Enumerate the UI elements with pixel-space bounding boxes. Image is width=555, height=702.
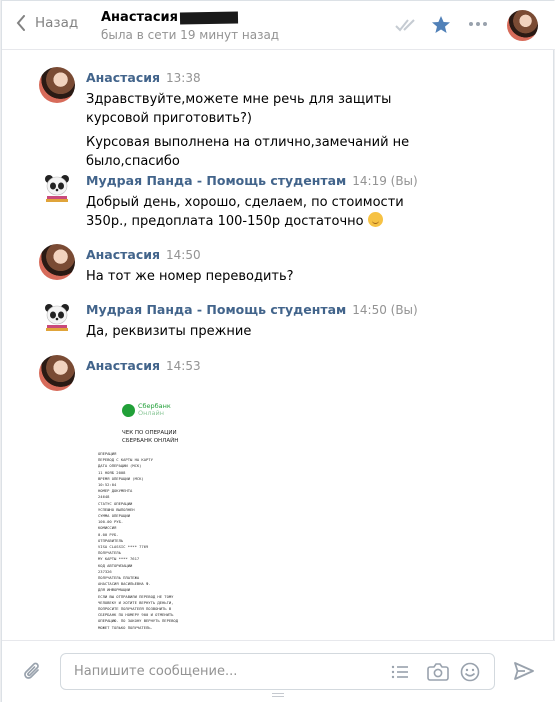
chat-header: Назад Анастасия была в сети 19 минут наз… xyxy=(2,1,555,50)
resize-grip[interactable] xyxy=(272,693,284,697)
message-author[interactable]: Мудрая Панда - Помощь студентам 14:19 (Вы… xyxy=(86,173,418,188)
peer-status: была в сети 19 минут назад xyxy=(101,28,280,42)
message-text-content: Добрый день, хорошо, сделаем, по стоимос… xyxy=(86,195,404,229)
avatar[interactable] xyxy=(39,170,75,206)
photo-attachment[interactable]: Сбербанк Онлайн ЧЕК ПО ОПЕРАЦИИ СБЕРБАНК… xyxy=(86,395,241,640)
sberbank-logo-icon xyxy=(122,403,135,417)
avatar[interactable] xyxy=(39,67,75,103)
message-history[interactable]: Анастасия 13:38 Здравствуйте,можете мне р… xyxy=(2,51,555,640)
panda-avatar-icon xyxy=(45,175,69,202)
message-time: 14:50 xyxy=(166,248,201,262)
author-name: Анастасия xyxy=(86,358,161,373)
avatar[interactable] xyxy=(39,355,75,391)
receipt-title-line: ЧЕК ПО ОПЕРАЦИИ xyxy=(122,430,177,436)
message-author[interactable]: Анастасия 14:50 xyxy=(86,247,201,262)
star-icon[interactable] xyxy=(431,15,451,34)
send-icon[interactable] xyxy=(514,662,534,680)
receipt-title-line: СБЕРБАНК ОНЛАЙН xyxy=(122,438,179,444)
sberbank-logo-text: Сбербанк Онлайн xyxy=(138,403,171,417)
message-time: 14:19 (Вы) xyxy=(352,174,418,188)
paperclip-icon[interactable] xyxy=(23,661,43,683)
peer-name[interactable]: Анастасия xyxy=(101,10,239,25)
message-time: 13:38 xyxy=(166,71,201,85)
message-input-box xyxy=(60,653,495,690)
redaction-bar xyxy=(179,10,239,25)
sberbank-logo: Сбербанк Онлайн xyxy=(122,403,171,417)
chat-window: Назад Анастасия была в сети 19 минут наз… xyxy=(1,0,555,702)
more-icon[interactable] xyxy=(468,21,488,27)
read-checks-icon xyxy=(395,19,415,32)
peer-name-text: Анастасия xyxy=(101,10,178,25)
panda-avatar-icon xyxy=(45,304,69,331)
emoji-icon[interactable] xyxy=(460,662,480,682)
message-text: Курсовая выполнена на отлично,замечаний … xyxy=(86,135,410,169)
receipt-body: ОПЕРАЦИЯ ПЕРЕВОД С КАРТЫ НА КАРТУ ДАТА О… xyxy=(98,451,179,630)
message-group: Анастасия 14:53 Сбербанк Онлайн ЧЕК ПО ОП… xyxy=(39,355,539,640)
author-name: Анастасия xyxy=(86,70,161,85)
message-text: Добрый день, хорошо, сделаем, по стоимос… xyxy=(86,193,426,231)
message-author[interactable]: Анастасия 14:53 xyxy=(86,358,201,373)
back-label: Назад xyxy=(35,15,79,31)
message-author[interactable]: Мудрая Панда - Помощь студентам 14:50 (Вы… xyxy=(86,302,418,317)
message-time: 14:50 (Вы) xyxy=(352,303,418,317)
message-group: Мудрая Панда - Помощь студентам 14:50 (Вы… xyxy=(39,299,539,339)
bank-sub: Онлайн xyxy=(138,409,164,417)
peer-avatar[interactable] xyxy=(507,10,538,41)
back-chevron-icon xyxy=(16,15,25,31)
back-button[interactable]: Назад xyxy=(16,15,78,31)
message-input[interactable] xyxy=(61,654,381,689)
message-group: Анастасия 13:38 Здравствуйте,можете мне р… xyxy=(39,67,539,169)
message-group: Мудрая Панда - Помощь студентам 14:19 (Вы… xyxy=(39,170,539,230)
receipt-title: ЧЕК ПО ОПЕРАЦИИ СБЕРБАНК ОНЛАЙН xyxy=(122,429,178,445)
camera-icon[interactable] xyxy=(427,662,449,681)
message-group: Анастасия 14:50 На тот же номер переводит… xyxy=(39,244,539,284)
message-text: На тот же номер переводить? xyxy=(86,269,294,284)
author-name: Мудрая Панда - Помощь студентам xyxy=(86,302,347,317)
avatar[interactable] xyxy=(39,299,75,335)
message-text: Да, реквизиты прежние xyxy=(86,324,252,339)
message-text: Здравствуйте,можете мне речь для защиты … xyxy=(86,92,392,126)
author-name: Анастасия xyxy=(86,247,161,262)
author-name: Мудрая Панда - Помощь студентам xyxy=(86,173,347,188)
smile-emoji-icon xyxy=(367,212,383,227)
message-time: 14:53 xyxy=(166,359,201,373)
template-list-icon[interactable] xyxy=(391,664,409,680)
avatar[interactable] xyxy=(39,244,75,280)
message-author[interactable]: Анастасия 13:38 xyxy=(86,70,201,85)
